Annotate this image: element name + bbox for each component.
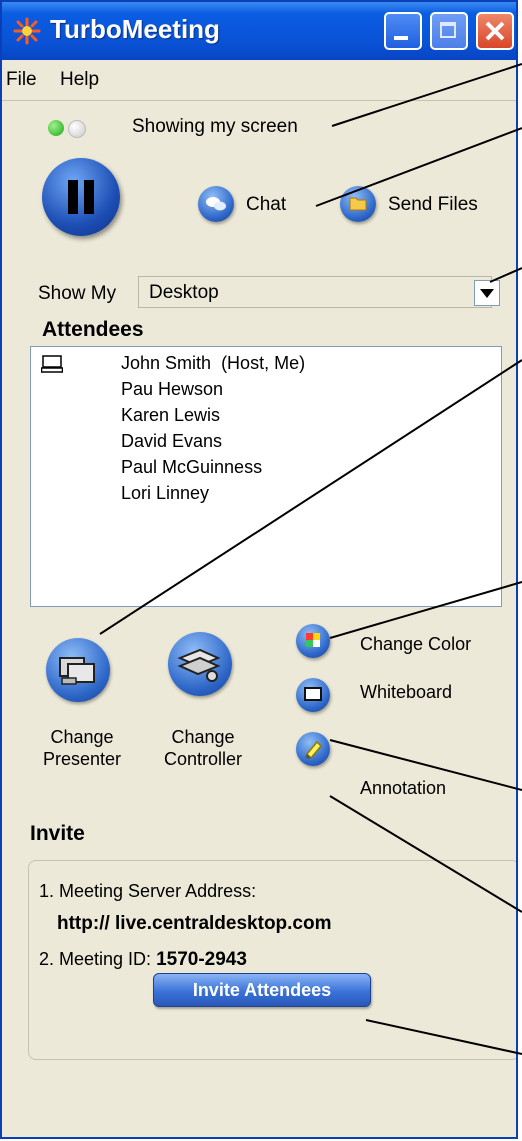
status-off-light-icon	[68, 120, 86, 138]
whiteboard-label[interactable]: Whiteboard	[360, 682, 452, 703]
show-my-value: Desktop	[149, 282, 219, 303]
turbomeeting-logo-icon	[13, 17, 41, 45]
attendee-name: John Smith	[121, 353, 212, 373]
whiteboard-icon	[304, 687, 322, 701]
chat-label[interactable]: Chat	[246, 194, 286, 216]
change-controller-button[interactable]	[168, 632, 232, 696]
invite-heading: Invite	[30, 822, 85, 845]
list-item[interactable]: Karen Lewis	[121, 405, 220, 426]
list-item[interactable]: Lori Linney	[121, 483, 209, 504]
chat-button[interactable]	[198, 186, 234, 222]
server-address-label: 1. Meeting Server Address:	[39, 881, 257, 901]
attendee-role: (Host, Me)	[221, 353, 306, 373]
title-bar[interactable]: TurboMeeting	[2, 2, 516, 60]
close-icon	[485, 21, 505, 41]
change-color-button[interactable]	[296, 624, 330, 658]
change-controller-label: Change Controller	[163, 727, 243, 769]
attendees-heading: Attendees	[42, 318, 144, 341]
chat-bubble-icon	[206, 197, 226, 211]
monitor-icon	[41, 355, 63, 373]
list-item[interactable]: Paul McGuinness	[121, 457, 262, 478]
server-address-value: http:// live.centraldesktop.com	[57, 913, 332, 934]
menu-bar: File Help	[2, 60, 516, 101]
whiteboard-button[interactable]	[296, 678, 330, 712]
show-my-select[interactable]: Desktop	[138, 276, 492, 308]
meeting-id-row: 2. Meeting ID: 1570-2943	[39, 949, 247, 971]
pause-button[interactable]	[42, 158, 120, 236]
status-on-light-icon	[48, 120, 64, 136]
controller-icon	[177, 648, 221, 682]
list-item[interactable]: Pau Hewson	[121, 379, 223, 400]
maximize-icon	[440, 22, 456, 38]
menu-file[interactable]: File	[6, 69, 37, 91]
send-files-button[interactable]	[340, 186, 376, 222]
main-panel: Showing my screen Chat Send Files Show M…	[12, 102, 516, 1137]
color-palette-icon	[306, 633, 320, 647]
chevron-down-icon[interactable]	[474, 280, 500, 306]
maximize-button[interactable]	[430, 12, 468, 50]
list-item[interactable]: John Smith (Host, Me)	[121, 353, 305, 374]
change-presenter-label: Change Presenter	[42, 727, 122, 769]
folder-icon	[349, 197, 367, 211]
send-files-label[interactable]: Send Files	[388, 194, 478, 216]
change-presenter-button[interactable]	[46, 638, 110, 702]
presenter-icon	[59, 657, 95, 685]
meeting-id-label: 2. Meeting ID:	[39, 949, 157, 969]
window-title: TurboMeeting	[50, 14, 220, 44]
status-text: Showing my screen	[132, 116, 298, 137]
minimize-icon	[394, 36, 408, 40]
turbomeeting-window: TurboMeeting File Help Showing my screen	[0, 0, 518, 1139]
change-color-label[interactable]: Change Color	[360, 634, 471, 655]
attendee-list[interactable]: John Smith (Host, Me) Pau Hewson Karen L…	[30, 346, 502, 607]
annotation-label[interactable]: Annotation	[360, 778, 446, 799]
invite-attendees-button[interactable]: Invite Attendees	[153, 973, 371, 1007]
show-my-label: Show My	[38, 283, 117, 304]
close-button[interactable]	[476, 12, 514, 50]
list-item[interactable]: David Evans	[121, 431, 222, 452]
annotation-button[interactable]	[296, 732, 330, 766]
minimize-button[interactable]	[384, 12, 422, 50]
invite-panel: 1. Meeting Server Address: http:// live.…	[28, 860, 516, 1060]
meeting-id-value: 1570-2943	[156, 949, 247, 970]
menu-help[interactable]: Help	[60, 69, 99, 91]
highlighter-icon	[305, 740, 323, 760]
